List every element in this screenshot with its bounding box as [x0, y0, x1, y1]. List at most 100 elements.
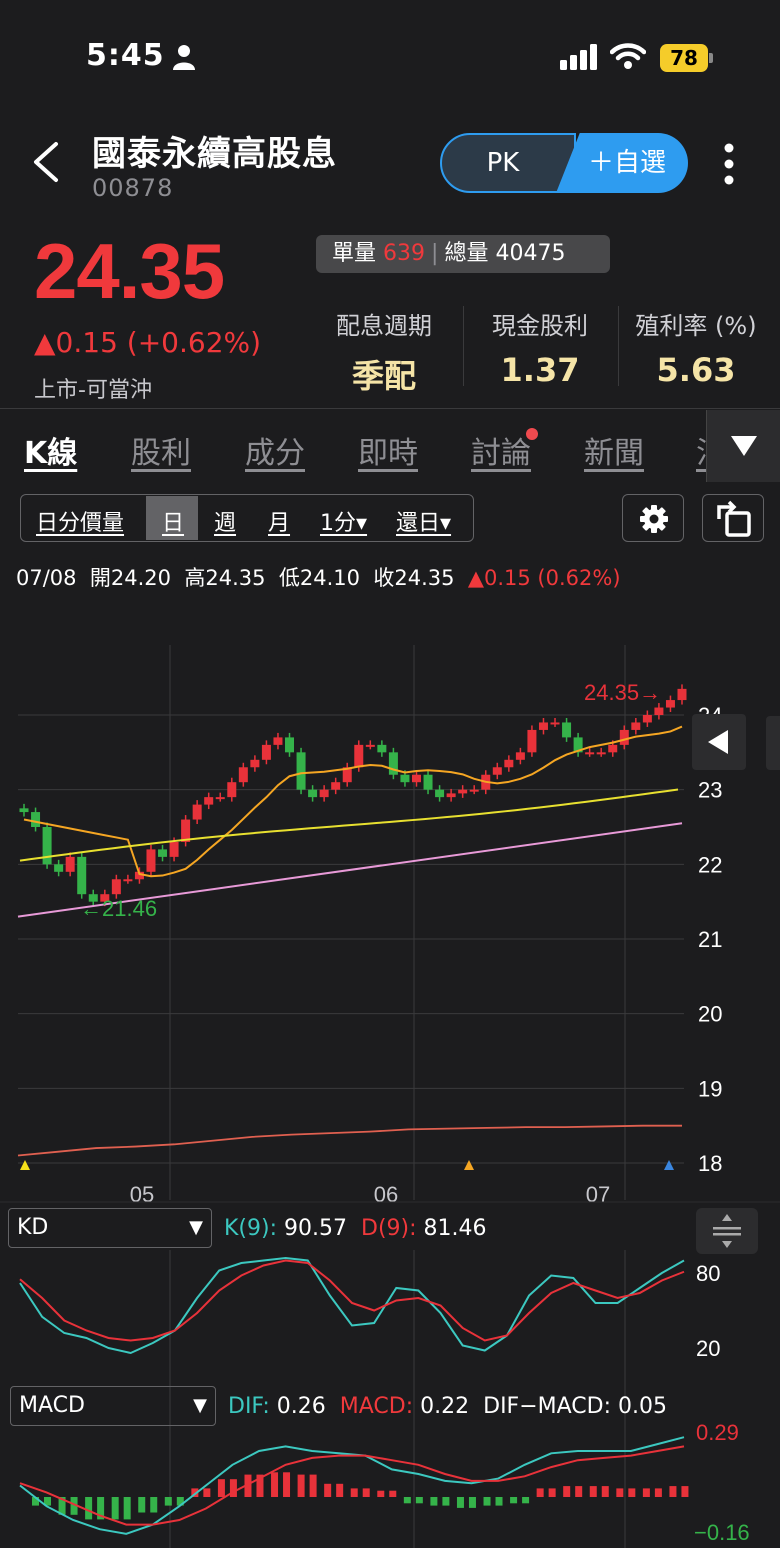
macd-histogram-bar	[111, 1497, 119, 1520]
macd-histogram-bar	[271, 1472, 279, 1497]
macd-histogram-bar	[362, 1488, 370, 1497]
candle	[227, 782, 237, 798]
x-tick-label: 07	[586, 1182, 610, 1207]
candle	[423, 774, 433, 790]
macd-histogram-bar	[403, 1497, 411, 1504]
resize-icon	[713, 1214, 741, 1248]
dif-line	[19, 1436, 685, 1535]
macd-label: MACD:	[339, 1394, 414, 1419]
ma-line-yellow	[19, 788, 679, 862]
bottom-line	[17, 1124, 682, 1157]
candle	[42, 827, 52, 865]
macd-histogram-bar	[138, 1497, 146, 1513]
macd-histogram-bar	[495, 1497, 503, 1506]
candle	[331, 782, 341, 790]
macd-selector-label: MACD	[19, 1393, 85, 1418]
macd-histogram-bar	[575, 1486, 583, 1497]
kd-tick-label: 20	[696, 1336, 720, 1361]
y-tick-label: 22	[698, 852, 722, 877]
candle	[400, 774, 410, 783]
macd-histogram-bar	[563, 1486, 571, 1497]
macd-histogram-bar	[309, 1474, 317, 1497]
candle	[631, 722, 641, 730]
candle	[65, 856, 75, 872]
macd-value: 0.22	[420, 1394, 470, 1419]
macd-tick-label: 0.29	[696, 1420, 739, 1445]
candle	[158, 849, 168, 857]
d-value: 81.46	[423, 1216, 487, 1241]
macd-selector[interactable]: MACD ▼	[10, 1386, 216, 1426]
x-tick-label: 06	[374, 1182, 398, 1207]
chevron-down-icon: ▼	[189, 1217, 203, 1238]
kd-selector-label: KD	[17, 1215, 49, 1240]
macd-histogram-bar	[456, 1497, 464, 1508]
candle	[192, 804, 202, 820]
candle	[388, 752, 398, 775]
macd-histogram-bar	[415, 1497, 423, 1504]
candle	[446, 793, 456, 798]
macd-histogram-bar	[589, 1486, 597, 1497]
macd-histogram-bar	[85, 1497, 93, 1520]
marker-icon	[464, 1160, 474, 1170]
candle	[215, 797, 225, 800]
resize-handle[interactable]	[696, 1208, 758, 1254]
candle	[273, 737, 283, 745]
k-value: 90.57	[284, 1216, 347, 1241]
macd-histogram-bar	[536, 1488, 544, 1497]
x-tick-label: 05	[130, 1182, 154, 1207]
macd-legend: DIF: 0.26 MACD: 0.22 DIF−MACD: 0.05	[228, 1394, 667, 1419]
high-annotation: 24.35→	[584, 680, 661, 705]
macd-histogram-bar	[203, 1488, 211, 1497]
candle	[550, 722, 560, 725]
y-tick-label: 23	[698, 778, 722, 803]
candle	[504, 759, 514, 768]
marker-icon	[20, 1160, 30, 1170]
macd-line	[19, 1445, 685, 1526]
candle	[19, 808, 29, 813]
chevron-down-icon: ▼	[193, 1395, 207, 1416]
macd-histogram-bar	[483, 1497, 491, 1506]
candle	[585, 752, 595, 755]
macd-histogram-bar	[336, 1483, 344, 1497]
candle	[354, 744, 364, 768]
macd-histogram-bar	[616, 1488, 624, 1497]
candle	[111, 879, 121, 895]
candle	[665, 700, 675, 708]
dif-value: 0.26	[276, 1394, 326, 1419]
macd-histogram-bar	[123, 1497, 131, 1520]
macd-histogram-bar	[377, 1490, 385, 1497]
candle	[169, 841, 179, 857]
candle	[250, 759, 260, 768]
candle	[458, 789, 468, 794]
candle	[608, 744, 618, 753]
candle	[562, 722, 572, 738]
macd-histogram-bar	[324, 1483, 332, 1497]
candle	[296, 752, 306, 790]
macd-histogram-bar	[430, 1497, 438, 1506]
macd-histogram-bar	[628, 1488, 636, 1497]
candle	[146, 849, 156, 872]
candle	[365, 744, 375, 747]
candle	[308, 789, 318, 798]
macd-histogram-bar	[389, 1490, 397, 1497]
y-tick-label: 20	[698, 1002, 722, 1027]
macd-histogram-bar	[468, 1497, 476, 1508]
kline-chart[interactable]: 2423222120191805060724.35→←21.4680200.29…	[0, 0, 780, 1548]
macd-histogram-bar	[283, 1472, 291, 1497]
macd-histogram-bar	[601, 1486, 609, 1497]
candle	[619, 729, 629, 745]
kd-selector[interactable]: KD ▼	[8, 1208, 212, 1248]
macd-histogram-bar	[217, 1479, 225, 1497]
candle	[642, 715, 652, 723]
diff-value: 0.05	[618, 1394, 667, 1419]
macd-tick-label: −0.16	[694, 1520, 750, 1545]
macd-histogram-bar	[522, 1497, 530, 1504]
low-annotation: ←21.46	[80, 896, 157, 921]
candle	[492, 767, 502, 775]
candle	[261, 744, 271, 760]
candle	[596, 752, 606, 755]
macd-histogram-bar	[681, 1486, 689, 1497]
d-label: D(9):	[361, 1216, 417, 1241]
candle	[204, 797, 214, 805]
candle	[527, 729, 537, 753]
